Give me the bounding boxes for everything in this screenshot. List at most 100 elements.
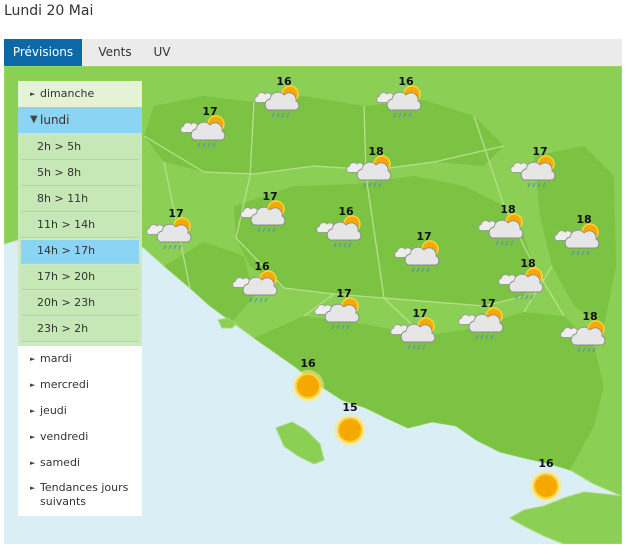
tab-vents[interactable]: Vents [86, 39, 144, 66]
temperature-label: 17 [416, 230, 431, 243]
tab-uv[interactable]: UV [144, 39, 180, 66]
forecast-marker: 17 [510, 145, 556, 188]
sun-icon [295, 373, 321, 399]
temperature-label: 18 [582, 310, 597, 323]
rain-drop-icon [577, 347, 581, 353]
rain-drop-icon [407, 344, 411, 350]
time-slot-list: 2h > 5h 5h > 8h 8h > 11h 11h > 14h 14h >… [18, 133, 142, 346]
day-label: vendredi [40, 430, 89, 443]
day-jeudi[interactable]: ► jeudi [18, 398, 142, 424]
rain-drop-icon [505, 240, 509, 246]
rain-drop-icon [348, 242, 352, 248]
rain-drop-icon [249, 297, 253, 303]
day-label: dimanche [40, 87, 95, 100]
rain-drop-icon [343, 242, 347, 248]
forecast-marker: 16 [376, 75, 422, 118]
rain-drop-icon [412, 344, 416, 350]
rain-drop-icon [485, 334, 489, 340]
rain-drop-icon [393, 112, 397, 118]
page-title: Lundi 20 Mai [4, 3, 94, 19]
slot-8h-11h[interactable]: 8h > 11h [21, 188, 139, 212]
rain-drop-icon [571, 250, 575, 256]
temperature-label: 16 [276, 75, 292, 88]
forecast-marker: 17 [180, 105, 226, 148]
rain-drop-icon [262, 227, 266, 233]
rain-drop-icon [576, 250, 580, 256]
rain-drop-icon [338, 242, 342, 248]
rain-drop-icon [267, 227, 271, 233]
day-lundi[interactable]: ▼ lundi [18, 107, 142, 133]
rain-drop-icon [212, 142, 216, 148]
rain-drop-icon [587, 347, 591, 353]
rain-drop-icon [272, 227, 276, 233]
tab-bar: Prévisions Vents UV [4, 39, 622, 66]
chevron-right-icon: ► [30, 433, 36, 441]
chevron-down-icon: ▼ [30, 114, 38, 125]
rain-drop-icon [197, 142, 201, 148]
temperature-label: 18 [368, 145, 383, 158]
trends-label-line1: Tendances jours [40, 481, 129, 494]
day-dimanche[interactable]: ► dimanche [18, 81, 142, 107]
rain-drop-icon [500, 240, 504, 246]
temperature-label: 16 [338, 205, 354, 218]
forecast-marker: 16 [316, 205, 362, 248]
rain-drop-icon [422, 344, 426, 350]
rain-drop-icon [537, 182, 541, 188]
day-mercredi[interactable]: ► mercredi [18, 372, 142, 398]
slot-20h-23h[interactable]: 20h > 23h [21, 292, 139, 316]
day-label: mercredi [40, 378, 89, 391]
temperature-label: 16 [398, 75, 414, 88]
day-mardi[interactable]: ► mardi [18, 346, 142, 372]
slot-2h-5h[interactable]: 2h > 5h [21, 136, 139, 160]
rain-drop-icon [286, 112, 290, 118]
forecast-marker: 18 [498, 257, 544, 300]
forecast-marker: 18 [554, 213, 600, 256]
rain-drop-icon [173, 244, 177, 250]
tab-previsions[interactable]: Prévisions [4, 39, 82, 66]
rain-drop-icon [417, 344, 421, 350]
chevron-right-icon: ► [30, 381, 36, 389]
temperature-label: 17 [202, 105, 217, 118]
forecast-marker: 17 [394, 230, 440, 273]
forecast-marker: 18 [560, 310, 606, 353]
rain-drop-icon [178, 244, 182, 250]
temperature-label: 17 [532, 145, 547, 158]
slot-14h-17h[interactable]: 14h > 17h [21, 240, 139, 264]
rain-drop-icon [163, 244, 167, 250]
day-label: mardi [40, 352, 72, 365]
temperature-label: 18 [520, 257, 535, 270]
rain-drop-icon [378, 182, 382, 188]
slot-11h-14h[interactable]: 11h > 14h [21, 214, 139, 238]
temperature-label: 16 [538, 457, 554, 470]
rain-drop-icon [480, 334, 484, 340]
rain-drop-icon [281, 112, 285, 118]
day-vendredi[interactable]: ► vendredi [18, 424, 142, 450]
rain-drop-icon [520, 294, 524, 300]
slot-5h-8h[interactable]: 5h > 8h [21, 162, 139, 186]
rain-drop-icon [257, 227, 261, 233]
rain-drop-icon [403, 112, 407, 118]
trends-link[interactable]: ► Tendances jours suivants [18, 476, 142, 516]
rain-drop-icon [408, 112, 412, 118]
forecast-marker: 16 [232, 260, 278, 303]
temperature-label: 17 [412, 307, 427, 320]
rain-drop-icon [336, 324, 340, 330]
forecast-marker: 15 [334, 401, 366, 446]
day-label: samedi [40, 456, 80, 469]
temperature-label: 17 [168, 207, 183, 220]
forecast-marker: 17 [240, 190, 286, 233]
slot-23h-2h[interactable]: 23h > 2h [21, 318, 139, 342]
rain-drop-icon [525, 294, 529, 300]
rain-drop-icon [168, 244, 172, 250]
rain-drop-icon [532, 182, 536, 188]
chevron-right-icon: ► [30, 459, 36, 467]
day-samedi[interactable]: ► samedi [18, 450, 142, 476]
rain-drop-icon [530, 294, 534, 300]
forecast-marker: 16 [530, 457, 562, 502]
rain-drop-icon [581, 250, 585, 256]
rain-drop-icon [426, 267, 430, 273]
rain-drop-icon [363, 182, 367, 188]
slot-17h-20h[interactable]: 17h > 20h [21, 266, 139, 290]
rain-drop-icon [368, 182, 372, 188]
temperature-label: 18 [500, 203, 515, 216]
